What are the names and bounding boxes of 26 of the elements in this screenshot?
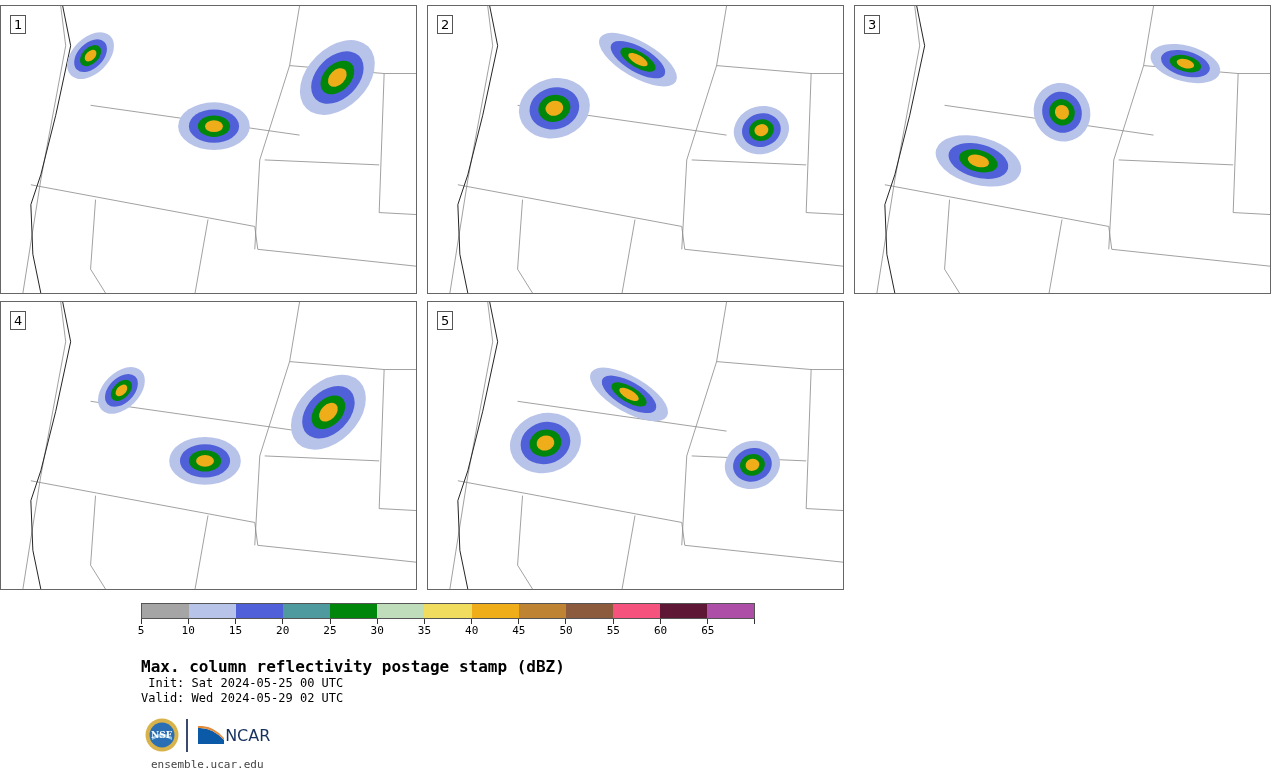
panel-number: 2 [437,15,454,34]
tick-label: 15 [228,624,243,637]
tick-label: 60 [653,624,668,637]
tick-label: 65 [701,624,715,637]
tick-label: 35 [417,624,432,637]
panel-number: 1 [10,15,27,34]
tick-label: 45 [512,624,526,637]
tick-label: 20 [276,624,290,637]
tick-label: 40 [465,624,479,637]
tick-label: 55 [606,624,620,637]
tick-label: 25 [323,624,337,637]
globe-logo [145,718,179,752]
chart-title: Max. column reflectivity postage stamp (dBZ) [141,657,566,676]
panel-number: 4 [10,311,27,330]
valid-time: Valid: Wed 2024-05-29 02 UTC [141,691,345,706]
swoosh-icon [198,726,225,744]
init-time: Init: Sat 2024-05-25 00 UTC [147,676,345,691]
tick-label: 50 [559,624,573,637]
tick-label: 10 [181,624,195,637]
logo-text: NCAR [225,728,271,744]
website-url: ensemble.ucar.edu [151,758,265,771]
tick-label: 30 [370,624,384,637]
panel-number: 3 [864,15,881,34]
tick-label: 5 [137,624,145,637]
panel-number: 5 [437,311,454,330]
logo-text: NSF [151,730,173,740]
